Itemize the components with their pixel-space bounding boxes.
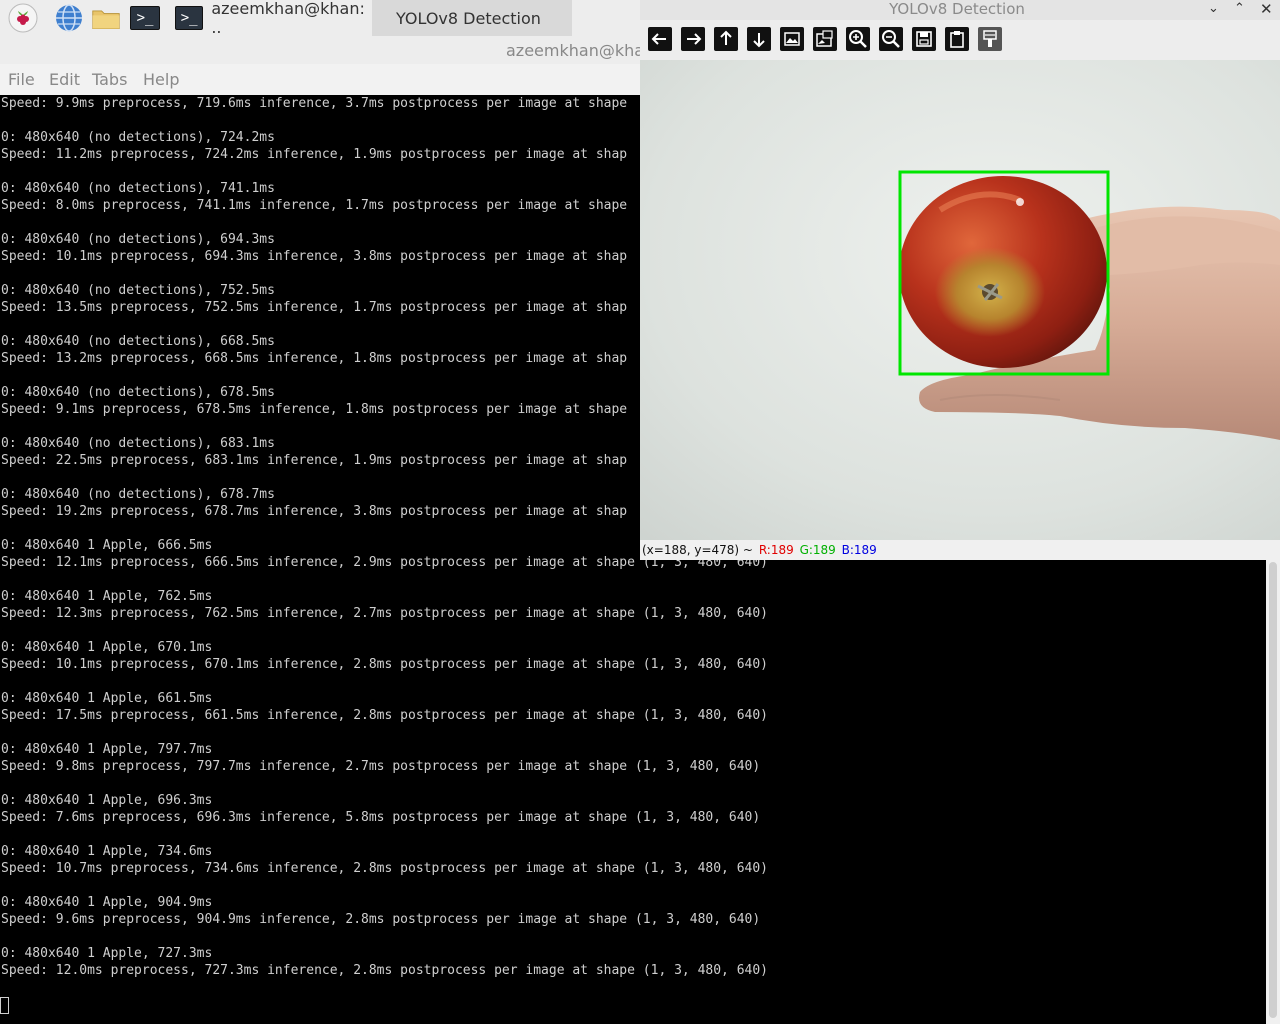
terminal-line: 0: 480x640 1 Apple, 670.1ms xyxy=(1,640,213,655)
pixel-blue-value: B:189 xyxy=(841,543,877,557)
menu-help[interactable]: Help xyxy=(143,70,179,89)
terminal-line: Speed: 10.7ms preprocess, 734.6ms infere… xyxy=(1,861,769,876)
terminal-line: Speed: 9.6ms preprocess, 904.9ms inferen… xyxy=(1,912,761,927)
minimize-icon[interactable]: ⌄ xyxy=(1208,0,1219,18)
zoom-out-icon[interactable] xyxy=(878,26,904,52)
pixel-coordinates: (x=188, y=478) ~ xyxy=(642,543,753,557)
taskbar-task-terminal[interactable]: >_ azeemkhan@khan: .. xyxy=(170,0,370,37)
terminal-line: Speed: 7.6ms preprocess, 696.3ms inferen… xyxy=(1,810,761,825)
terminal-line: 0: 480x640 1 Apple, 661.5ms xyxy=(1,691,213,706)
terminal-line: Speed: 12.3ms preprocess, 762.5ms infere… xyxy=(1,606,769,621)
terminal-line: 0: 480x640 1 Apple, 797.7ms xyxy=(1,742,213,757)
cv-toolbar xyxy=(640,20,1280,60)
taskbar-task-yolo[interactable]: YOLOv8 Detection xyxy=(372,0,572,36)
close-icon[interactable]: ✕ xyxy=(1260,0,1273,18)
camera-frame-image xyxy=(640,60,1280,540)
properties-icon[interactable] xyxy=(977,26,1003,52)
task-label: YOLOv8 Detection xyxy=(396,8,541,28)
menu-tabs[interactable]: Tabs xyxy=(92,70,127,89)
terminal-line: 0: 480x640 1 Apple, 762.5ms xyxy=(1,589,213,604)
pan-left-icon[interactable] xyxy=(647,26,673,52)
zoom-in-icon[interactable] xyxy=(845,26,871,52)
terminal-line: Speed: 9.8ms preprocess, 797.7ms inferen… xyxy=(1,759,761,774)
save-icon[interactable] xyxy=(911,26,937,52)
terminal-cursor xyxy=(0,997,9,1014)
terminal-line: Speed: 12.0ms preprocess, 727.3ms infere… xyxy=(1,963,769,978)
pan-up-icon[interactable] xyxy=(713,26,739,52)
copy-to-clipboard-icon[interactable] xyxy=(944,26,970,52)
web-browser-icon[interactable] xyxy=(54,3,84,33)
cv-status-bar: (x=188, y=478) ~ R:189 G:189 B:189 xyxy=(640,540,1280,560)
terminal-icon: >_ xyxy=(175,6,204,30)
cv-title-bar: YOLOv8 Detection ⌄ ⌃ ✕ xyxy=(640,0,1280,20)
file-manager-icon[interactable] xyxy=(91,3,121,33)
raspberry-pi-menu-icon[interactable] xyxy=(8,3,38,33)
pan-right-icon[interactable] xyxy=(680,26,706,52)
menu-file[interactable]: File xyxy=(8,70,35,89)
zoom-original-icon[interactable] xyxy=(812,26,838,52)
terminal-line: Speed: 10.1ms preprocess, 670.1ms infere… xyxy=(1,657,769,672)
maximize-icon[interactable]: ⌃ xyxy=(1234,0,1245,18)
terminal-line: 0: 480x640 1 Apple, 727.3ms xyxy=(1,946,213,961)
terminal-launcher-icon[interactable]: >_ xyxy=(130,3,160,33)
pixel-green-value: G:189 xyxy=(799,543,836,557)
yolo-detection-window: YOLOv8 Detection ⌄ ⌃ ✕ (x=188, y=478) ~ … xyxy=(640,0,1280,560)
pan-down-icon[interactable] xyxy=(746,26,772,52)
terminal-line: 0: 480x640 1 Apple, 696.3ms xyxy=(1,793,213,808)
terminal-line: 0: 480x640 1 Apple, 904.9ms xyxy=(1,895,213,910)
terminal-line: Speed: 17.5ms preprocess, 661.5ms infere… xyxy=(1,708,769,723)
window-title: YOLOv8 Detection xyxy=(889,0,1025,18)
menu-edit[interactable]: Edit xyxy=(49,70,80,89)
scrollbar-thumb[interactable] xyxy=(1269,562,1277,1018)
terminal-line: 0: 480x640 1 Apple, 734.6ms xyxy=(1,844,213,859)
pixel-red-value: R:189 xyxy=(758,543,794,557)
terminal-scrollbar[interactable] xyxy=(1266,560,1280,1024)
window-title: azeemkhan@khan: xyxy=(506,41,660,60)
task-label: azeemkhan@khan: .. xyxy=(211,0,365,37)
camera-frame[interactable] xyxy=(640,60,1280,540)
zoom-reset-image-icon[interactable] xyxy=(779,26,805,52)
